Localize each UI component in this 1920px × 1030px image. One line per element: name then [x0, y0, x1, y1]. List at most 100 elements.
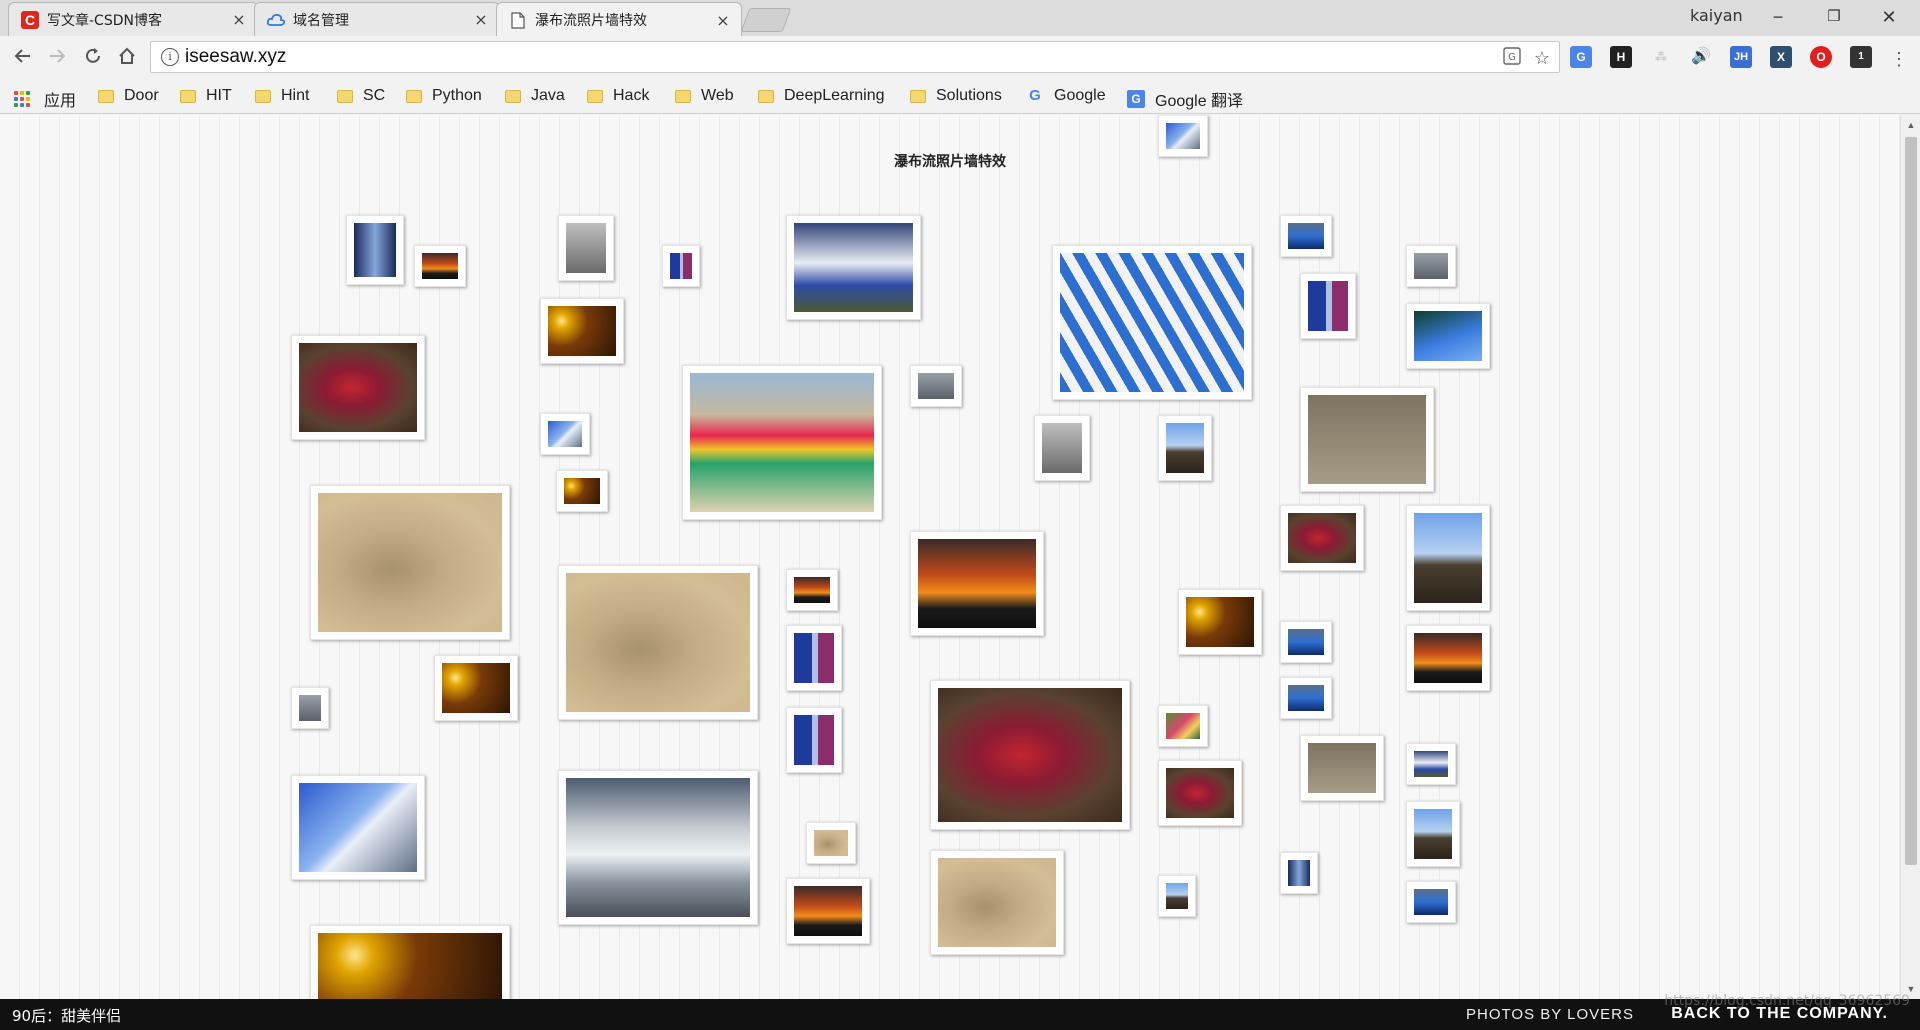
tab-domain[interactable]: 域名管理 × [254, 2, 500, 36]
photo-card[interactable] [1280, 852, 1318, 894]
photo-card[interactable] [291, 775, 425, 880]
photo-card[interactable] [1300, 273, 1356, 339]
photo-card[interactable] [930, 680, 1130, 830]
new-tab-button[interactable] [740, 8, 792, 32]
forward-icon[interactable] [44, 46, 70, 72]
photo-card[interactable] [540, 413, 590, 455]
photo-card[interactable] [682, 365, 882, 520]
reload-icon[interactable] [80, 46, 106, 72]
bookmark-web[interactable]: Web [675, 87, 734, 105]
photo-card[interactable] [1300, 387, 1434, 492]
photo-card[interactable] [662, 245, 700, 287]
sound-ext-icon[interactable]: 🔊 [1690, 46, 1712, 68]
photo-card[interactable] [558, 215, 614, 281]
close-window-icon[interactable]: ✕ [1866, 4, 1912, 30]
tab-close-icon[interactable]: × [713, 11, 733, 30]
bookmark-java[interactable]: Java [505, 87, 565, 105]
photo-card[interactable] [414, 245, 466, 287]
photo-card[interactable] [786, 707, 842, 773]
photo-image [566, 223, 606, 273]
opera-ext-icon[interactable]: O [1810, 46, 1832, 68]
photo-card[interactable] [1406, 881, 1456, 923]
photo-card[interactable] [1280, 621, 1332, 663]
profile-name[interactable]: kaiyan [1690, 6, 1743, 25]
photo-card[interactable] [291, 687, 329, 729]
photo-card[interactable] [1406, 303, 1490, 369]
restore-icon[interactable]: ❐ [1811, 4, 1857, 30]
bookmark-google[interactable]: G Google [1026, 87, 1105, 105]
photo-card[interactable] [558, 565, 758, 720]
photo-card[interactable] [1158, 115, 1208, 157]
minimize-icon[interactable]: − [1755, 4, 1801, 30]
apps-grid-icon [14, 91, 30, 107]
photo-card[interactable] [1280, 505, 1364, 571]
bookmark-sc[interactable]: SC [337, 87, 385, 105]
photo-card[interactable] [786, 625, 842, 691]
photo-card[interactable] [806, 822, 856, 864]
photo-card[interactable] [1178, 589, 1262, 655]
tab-close-icon[interactable]: × [471, 10, 491, 29]
photo-card[interactable] [1406, 743, 1456, 785]
stickies-ext-icon[interactable]: H [1610, 46, 1632, 68]
photo-card[interactable] [1300, 735, 1384, 801]
tab-close-icon[interactable]: × [229, 10, 249, 29]
address-bar[interactable]: i iseesaw.xyz G ☆ [150, 41, 1560, 73]
bookmark-hack[interactable]: Hack [587, 87, 649, 105]
bookmark-star-icon[interactable]: ☆ [1531, 47, 1553, 69]
photo-card[interactable] [558, 770, 758, 925]
blank-ext-icon[interactable]: ⁂ [1650, 46, 1672, 68]
x-ext-icon[interactable]: X [1770, 46, 1792, 68]
photo-card[interactable] [291, 335, 425, 440]
menu-icon[interactable]: ⋮ [1886, 46, 1912, 72]
photo-card[interactable] [1158, 875, 1196, 917]
tab-csdn[interactable]: C 写文章-CSDN博客 × [8, 2, 258, 36]
photo-card[interactable] [1052, 245, 1252, 400]
bookmark-solutions[interactable]: Solutions [910, 87, 1002, 105]
site-info-icon[interactable]: i [161, 48, 179, 66]
scroll-up-icon[interactable]: ▲ [1901, 117, 1920, 133]
bookmark-hint[interactable]: Hint [255, 87, 309, 105]
bookmark-google-translate[interactable]: G Google 翻译 [1127, 87, 1243, 111]
photo-card[interactable] [930, 850, 1064, 955]
url-text[interactable]: iseesaw.xyz [185, 46, 286, 68]
google-translate-ext-icon[interactable]: G [1570, 46, 1592, 68]
svg-text:C: C [25, 12, 35, 28]
bookmark-hit[interactable]: HIT [180, 87, 232, 105]
bookmark-door[interactable]: Door [98, 87, 159, 105]
bookmark-deeplearning[interactable]: DeepLearning [758, 87, 885, 105]
photo-card[interactable] [310, 485, 510, 640]
photo-card[interactable] [1406, 505, 1490, 611]
game-ext-icon[interactable]: 1 [1850, 46, 1872, 68]
photo-card[interactable] [786, 569, 838, 611]
folder-icon [337, 89, 353, 103]
photo-card[interactable] [1158, 760, 1242, 826]
back-icon[interactable] [10, 46, 36, 72]
photo-card[interactable] [1034, 415, 1090, 481]
photo-card[interactable] [1158, 705, 1208, 747]
photo-card[interactable] [786, 878, 870, 944]
photo-card[interactable] [434, 655, 518, 721]
bookmark-label: Hack [613, 87, 650, 104]
photo-card[interactable] [540, 298, 624, 364]
page-scrollbar[interactable]: ▲ ▼ [1900, 115, 1920, 999]
bookmark-python[interactable]: Python [406, 87, 482, 105]
photo-card[interactable] [556, 470, 608, 512]
photo-card[interactable] [786, 215, 921, 320]
photo-card[interactable] [1280, 677, 1332, 719]
tab-waterfall[interactable]: 瀑布流照片墙特效 × [496, 2, 742, 37]
photo-card[interactable] [1406, 625, 1490, 691]
photo-card[interactable] [1280, 215, 1332, 257]
home-icon[interactable] [114, 46, 140, 72]
photo-card[interactable] [346, 215, 404, 285]
photo-image [299, 695, 321, 721]
photo-card[interactable] [1406, 245, 1456, 287]
photo-card[interactable] [910, 531, 1044, 636]
photo-card[interactable] [310, 925, 510, 999]
translate-page-icon[interactable]: G [1501, 47, 1523, 69]
photo-card[interactable] [1158, 415, 1212, 481]
bookmark-apps[interactable]: 应用 [14, 87, 76, 111]
photo-card[interactable] [910, 365, 962, 407]
photo-card[interactable] [1406, 801, 1460, 867]
jh-ext-icon[interactable]: JH [1730, 46, 1752, 68]
scroll-thumb[interactable] [1905, 137, 1917, 865]
